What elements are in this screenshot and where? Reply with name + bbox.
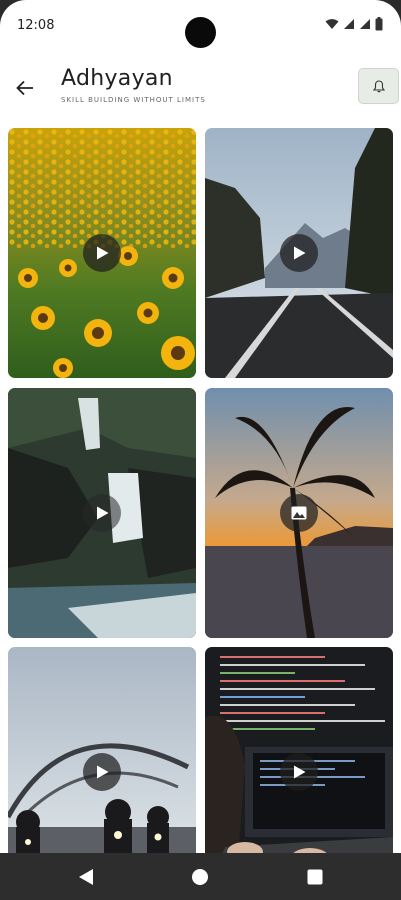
camera-cutout: [185, 17, 216, 48]
bell-icon: [372, 79, 385, 92]
play-icon: [96, 765, 108, 779]
video-badge: [280, 234, 318, 272]
media-tile-sunflowers[interactable]: [8, 128, 196, 378]
play-icon: [293, 246, 305, 260]
media-tile-waterfall[interactable]: [8, 388, 196, 638]
app-screen: 12:08 Adhyayan SKILL BUILDING WITHOUT LI…: [0, 0, 401, 900]
image-icon: [291, 506, 307, 520]
square-recents-icon: [307, 869, 323, 885]
status-time: 12:08: [17, 18, 55, 33]
status-bar: 12:08: [0, 0, 401, 50]
video-badge: [83, 494, 121, 532]
play-icon: [96, 506, 108, 520]
media-tile-palm-sunset[interactable]: [205, 388, 393, 638]
system-nav-bar: [0, 853, 401, 900]
signal-icon-2: [360, 19, 370, 29]
signal-icon: [344, 19, 354, 29]
circle-home-icon: [192, 869, 208, 885]
back-button[interactable]: [10, 73, 40, 103]
image-badge: [280, 494, 318, 532]
play-icon: [293, 765, 305, 779]
app-title: Adhyayan: [61, 66, 173, 91]
nav-recents-button[interactable]: [303, 865, 327, 889]
triangle-back-icon: [79, 869, 93, 885]
nav-back-button[interactable]: [74, 865, 98, 889]
app-subtitle: SKILL BUILDING WITHOUT LIMITS: [61, 96, 206, 104]
arrow-left-icon: [16, 80, 33, 96]
notifications-button[interactable]: [358, 68, 399, 104]
status-icons: [325, 17, 383, 31]
video-badge: [83, 753, 121, 791]
media-tile-road[interactable]: [205, 128, 393, 378]
nav-home-button[interactable]: [188, 865, 212, 889]
video-badge: [83, 234, 121, 272]
battery-icon: [375, 17, 383, 31]
video-badge: [280, 753, 318, 791]
app-header: Adhyayan SKILL BUILDING WITHOUT LIMITS: [0, 58, 401, 118]
play-icon: [96, 246, 108, 260]
wifi-icon: [325, 19, 339, 29]
